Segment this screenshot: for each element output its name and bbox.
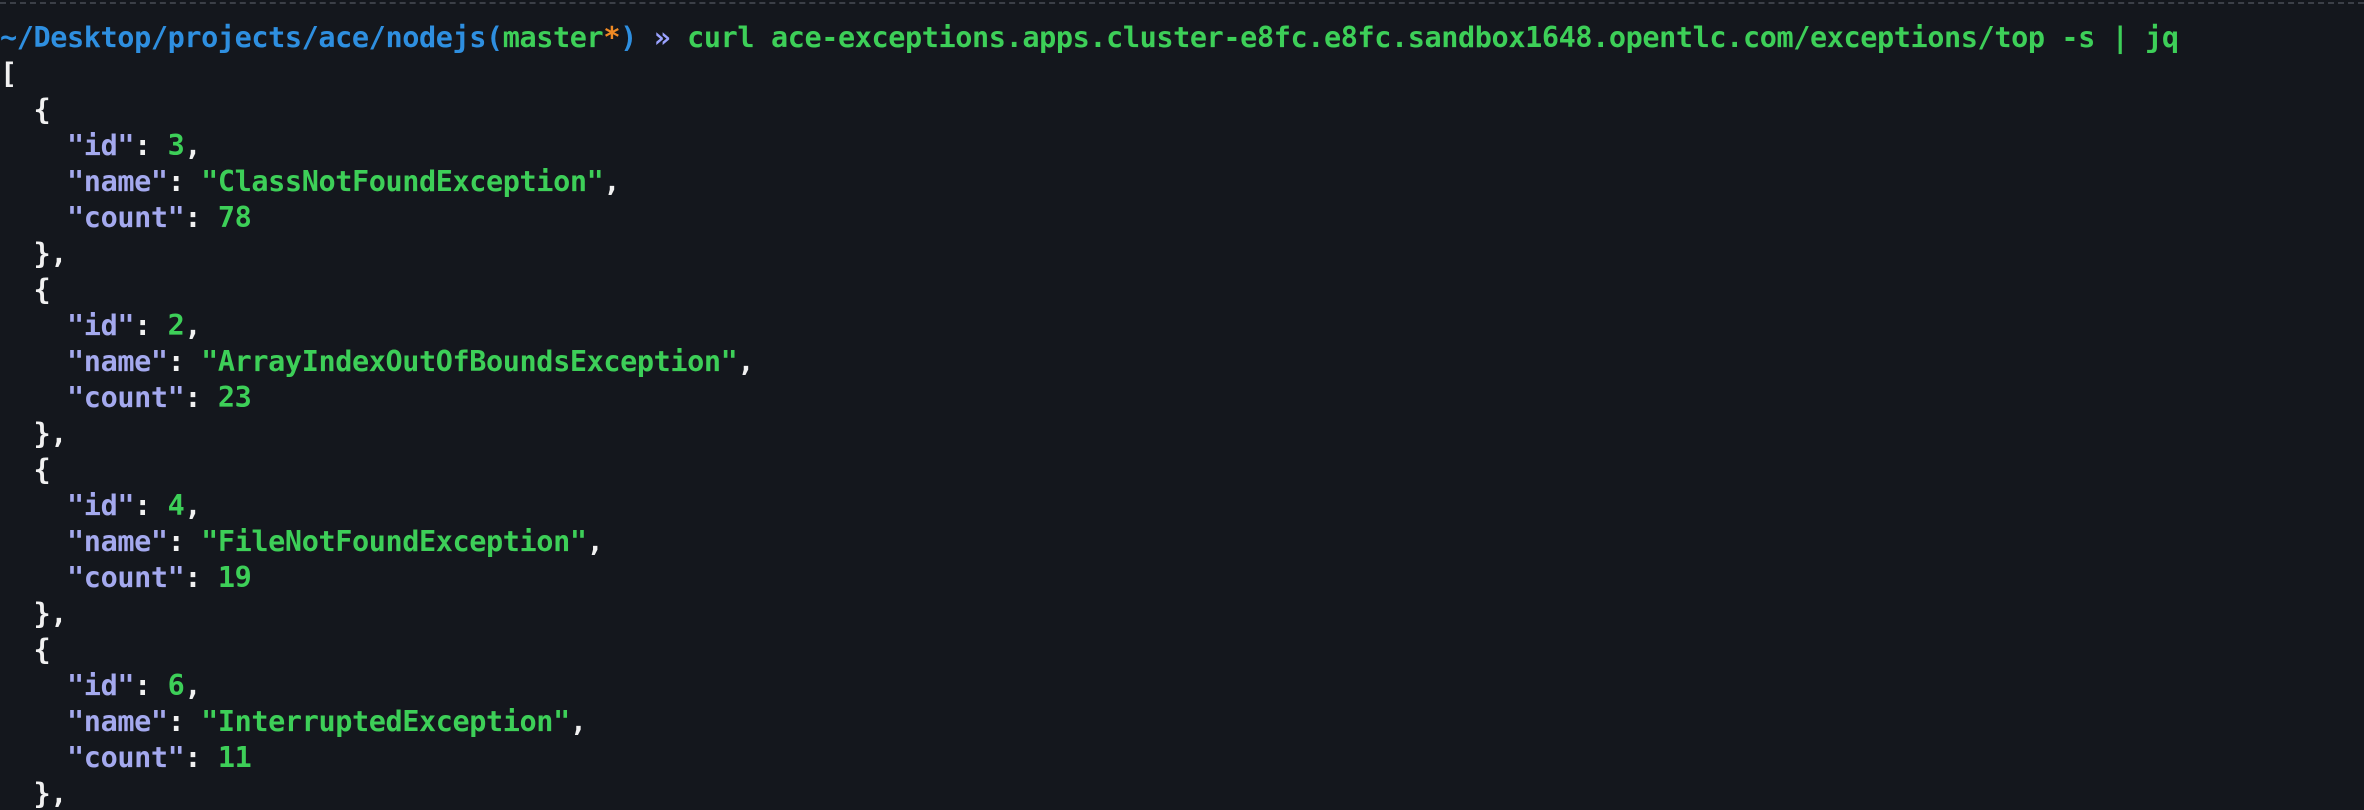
prompt-path: ~/Desktop/projects/ace/nodejs: [0, 21, 486, 54]
comma: ,: [737, 345, 755, 378]
count-value: 19: [217, 561, 252, 594]
colon: :: [184, 201, 218, 234]
terminal-window[interactable]: ~/Desktop/projects/ace/nodejs(master*) »…: [0, 0, 2364, 810]
name-key: "name": [67, 345, 168, 378]
name-value: "FileNotFoundException": [201, 525, 587, 558]
colon: :: [184, 381, 218, 414]
close-brace: },: [33, 777, 68, 810]
comma: ,: [184, 129, 202, 162]
git-dirty-marker: *: [603, 21, 621, 54]
id-value: 4: [167, 489, 185, 522]
json-count-line: "count": 11: [0, 740, 252, 776]
count-value: 11: [217, 741, 252, 774]
open-brace: {: [33, 93, 51, 126]
id-key: "id": [67, 489, 135, 522]
name-value: "ClassNotFoundException": [201, 165, 604, 198]
colon: :: [167, 525, 202, 558]
count-value: 23: [217, 381, 252, 414]
name-key: "name": [67, 525, 168, 558]
colon: :: [167, 165, 202, 198]
prompt-arrow-icon: »: [653, 21, 671, 54]
name-value: "InterruptedException": [201, 705, 570, 738]
comma: ,: [569, 705, 587, 738]
json-id-line: "id": 2,: [0, 308, 202, 344]
json-name-line: "name": "FileNotFoundException",: [0, 524, 604, 560]
colon: :: [134, 129, 168, 162]
colon: :: [184, 741, 218, 774]
name-key: "name": [67, 165, 168, 198]
name-value: "ArrayIndexOutOfBoundsException": [201, 345, 738, 378]
json-object-open: {: [0, 272, 51, 308]
json-object-open: {: [0, 452, 51, 488]
comma: ,: [184, 309, 202, 342]
count-key: "count": [67, 381, 185, 414]
json-count-line: "count": 78: [0, 200, 252, 236]
close-brace: },: [33, 597, 68, 630]
colon: :: [184, 561, 218, 594]
id-key: "id": [67, 309, 135, 342]
count-key: "count": [67, 741, 185, 774]
json-open-bracket: [: [0, 57, 17, 90]
open-brace: {: [33, 453, 51, 486]
json-object-close: },: [0, 416, 68, 452]
json-object-close: },: [0, 776, 68, 810]
json-object-close: },: [0, 236, 68, 272]
colon: :: [167, 705, 202, 738]
json-name-line: "name": "ClassNotFoundException",: [0, 164, 620, 200]
json-object-close: },: [0, 596, 68, 632]
colon: :: [134, 489, 168, 522]
comma: ,: [586, 525, 604, 558]
json-count-line: "count": 23: [0, 380, 252, 416]
prompt-line: ~/Desktop/projects/ace/nodejs(master*) »…: [0, 20, 2179, 56]
close-brace: },: [33, 237, 68, 270]
id-key: "id": [67, 129, 135, 162]
command-text[interactable]: curl ace-exceptions.apps.cluster-e8fc.e8…: [687, 21, 2179, 54]
id-key: "id": [67, 669, 135, 702]
comma: ,: [184, 669, 202, 702]
id-value: 3: [167, 129, 185, 162]
json-id-line: "id": 4,: [0, 488, 202, 524]
json-name-line: "name": "ArrayIndexOutOfBoundsException"…: [0, 344, 755, 380]
git-branch: master: [502, 21, 604, 54]
close-brace: },: [33, 417, 68, 450]
colon: :: [134, 669, 168, 702]
id-value: 2: [167, 309, 185, 342]
json-object-open: {: [0, 632, 51, 668]
json-id-line: "id": 6,: [0, 668, 202, 704]
colon: :: [167, 345, 202, 378]
top-dashed-divider: [0, 2, 2364, 4]
colon: :: [134, 309, 168, 342]
json-name-line: "name": "InterruptedException",: [0, 704, 587, 740]
json-count-line: "count": 19: [0, 560, 252, 596]
count-value: 78: [217, 201, 252, 234]
comma: ,: [603, 165, 621, 198]
json-object-open: {: [0, 92, 51, 128]
json-id-line: "id": 3,: [0, 128, 202, 164]
count-key: "count": [67, 201, 185, 234]
open-brace: {: [33, 633, 51, 666]
comma: ,: [184, 489, 202, 522]
open-brace: {: [33, 273, 51, 306]
id-value: 6: [167, 669, 185, 702]
prompt-open-paren: (: [486, 21, 503, 54]
name-key: "name": [67, 705, 168, 738]
count-key: "count": [67, 561, 185, 594]
prompt-close-paren: ): [620, 21, 637, 54]
